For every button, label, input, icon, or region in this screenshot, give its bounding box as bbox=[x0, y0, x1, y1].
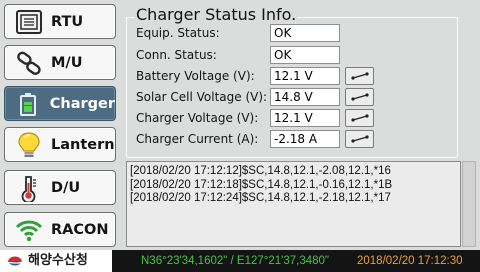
nav-button-du[interactable]: D/U bbox=[4, 170, 116, 205]
nav-label-lantern: Lantern bbox=[51, 136, 115, 153]
nav-button-mu[interactable]: M/U bbox=[4, 45, 116, 80]
nav-button-charger[interactable]: Charger bbox=[4, 86, 116, 121]
panel-title: Charger Status Info. bbox=[134, 5, 299, 24]
agency-logo-text: 해양수산청 bbox=[28, 253, 88, 268]
agency-logo-icon bbox=[6, 256, 24, 266]
nav-label-rtu: RTU bbox=[51, 13, 84, 30]
nav-label-mu: M/U bbox=[51, 54, 83, 71]
thermometer-icon bbox=[11, 171, 47, 204]
equip-status-label: Equip. Status: bbox=[136, 26, 220, 40]
trend-line-icon bbox=[350, 72, 369, 80]
gps-coordinates: N36°23'34,1602" / E127°21'37,3480" bbox=[141, 255, 330, 267]
nav-label-racon: RACON bbox=[51, 221, 109, 238]
nav-button-lantern[interactable]: Lantern bbox=[4, 127, 116, 162]
wifi-icon bbox=[11, 213, 47, 246]
trend-line-icon bbox=[350, 114, 369, 122]
charger-current-graph-button[interactable] bbox=[345, 130, 374, 148]
charger-current-value: -2.18 A bbox=[270, 130, 340, 148]
log-line: [2018/02/20 17:12:18]$SC,14.8,12.1,-0.16… bbox=[130, 178, 393, 191]
solar-cell-voltage-graph-button[interactable] bbox=[345, 88, 374, 106]
nav-label-du: D/U bbox=[51, 179, 81, 196]
lightbulb-icon bbox=[11, 128, 47, 161]
equip-status-value: OK bbox=[270, 24, 340, 42]
log-scrollbar[interactable] bbox=[462, 161, 476, 247]
battery-voltage-value: 12.1 V bbox=[270, 67, 340, 85]
nav-button-racon[interactable]: RACON bbox=[4, 212, 116, 247]
trend-line-icon bbox=[350, 135, 369, 143]
app-window: RTU M/U Charger Lantern D/U RACON Charge… bbox=[0, 0, 480, 250]
battery-voltage-label: Battery Voltage (V): bbox=[136, 69, 255, 83]
log-line: [2018/02/20 17:12:12]$SC,14.8,12.1,-2.08… bbox=[130, 165, 391, 177]
battery-voltage-graph-button[interactable] bbox=[345, 67, 374, 85]
trend-line-icon bbox=[350, 93, 369, 101]
solar-cell-voltage-value: 14.8 V bbox=[270, 88, 340, 106]
clock: 2018/02/20 17:12:30 bbox=[357, 255, 463, 267]
charger-voltage-value: 12.1 V bbox=[270, 109, 340, 127]
battery-icon bbox=[11, 87, 46, 120]
nav-button-rtu[interactable]: RTU bbox=[4, 4, 116, 39]
charger-current-label: Charger Current (A): bbox=[136, 132, 259, 146]
nav-label-charger: Charger bbox=[49, 95, 115, 112]
message-log[interactable]: [2018/02/20 17:12:12]$SC,14.8,12.1,-2.08… bbox=[126, 161, 461, 247]
solar-cell-voltage-label: Solar Cell Voltage (V): bbox=[136, 90, 268, 104]
conn-status-label: Conn. Status: bbox=[136, 48, 217, 62]
link-icon bbox=[11, 46, 47, 79]
charger-voltage-label: Charger Voltage (V): bbox=[136, 111, 259, 125]
conn-status-value: OK bbox=[270, 46, 340, 64]
log-line: [2018/02/20 17:12:24]$SC,14.8,12.1,-2.18… bbox=[130, 192, 391, 204]
charger-voltage-graph-button[interactable] bbox=[345, 109, 374, 127]
rtu-icon bbox=[11, 5, 47, 38]
